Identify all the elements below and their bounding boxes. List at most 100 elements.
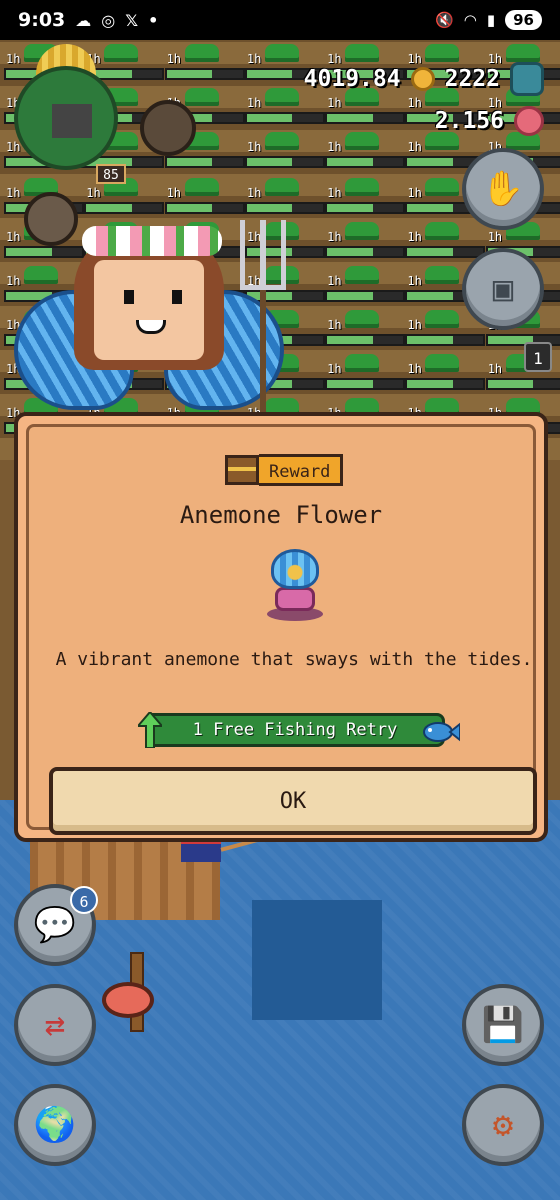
crop-plot[interactable]: 1h [325, 222, 406, 260]
treasure-chest-icon [225, 455, 259, 485]
sprout-icon [425, 222, 460, 240]
sprout-icon [345, 222, 380, 240]
crop-plot[interactable]: 1h [164, 178, 245, 216]
crop-plot[interactable]: 1h [244, 178, 325, 216]
reward-tag-label: Reward [259, 454, 344, 486]
status-bar: 9:03 ☁ ◎ 𝕏 • 🔇 ◠ ▮ 96 [0, 0, 560, 40]
sprout-icon [345, 178, 380, 196]
growth-bar-fill [407, 248, 453, 256]
game-view[interactable]: 1h 1h 1h 1h 1h 1h 1h 1h 1h 1h 1h 1h 1h 1h 1h 1h 1h 1h 1h 1h… [0, 40, 560, 1200]
sprout-icon [184, 178, 219, 196]
crop-plot[interactable]: 1h [244, 132, 325, 170]
world-button[interactable]: 🌍 [14, 1084, 96, 1166]
settings-button[interactable]: ⚙ [462, 1084, 544, 1166]
toolbox-icon: ▣ [492, 269, 514, 309]
gem-count: 2222 [444, 66, 500, 92]
crop-plot[interactable]: 1h [405, 354, 486, 392]
sprout-icon [264, 44, 299, 62]
sprout-icon [425, 310, 460, 328]
plot-timer: 1h [407, 96, 422, 110]
plot-timer: 1h [407, 318, 422, 332]
growth-bar-fill [246, 158, 293, 166]
growth-bar-fill [246, 70, 293, 78]
plot-timer: 1h [246, 96, 262, 110]
plot-timer: 1h [6, 186, 21, 200]
plot-timer: 1h [327, 96, 342, 110]
flower-crown [82, 226, 222, 256]
growth-bar-fill [407, 204, 453, 212]
growth-bar-fill [327, 248, 373, 256]
sprout-icon [345, 44, 380, 62]
crop-plot[interactable]: 1h [405, 132, 486, 170]
crop-plot[interactable]: 1h [405, 222, 486, 260]
growth-bar-fill [407, 336, 453, 344]
glove-button[interactable]: ✋ [462, 148, 544, 230]
float-ring [102, 982, 154, 1018]
glove-icon: ✋ [481, 169, 525, 209]
deep-water[interactable] [252, 900, 382, 1020]
plot-timer: 1h [166, 52, 182, 66]
sprout-icon [345, 354, 380, 372]
growth-bar [405, 378, 486, 390]
growth-bar-fill [327, 292, 373, 300]
growth-bar-fill [327, 114, 373, 122]
crop-plot[interactable]: 1h [325, 310, 406, 348]
flower-count: 2.156 [434, 108, 504, 134]
growth-bar-fill [487, 380, 534, 388]
growth-bar-fill [166, 70, 213, 78]
plot-timer: 1h [407, 140, 422, 154]
growth-bar [244, 156, 325, 168]
character-eye [124, 290, 134, 304]
crop-plot[interactable]: 1h [325, 354, 406, 392]
reward-description: A vibrant anemone that sways with the ti… [55, 649, 533, 670]
growth-bar-fill [407, 292, 453, 300]
crop-plot[interactable]: 1h [325, 178, 406, 216]
trade-button[interactable]: ⇄ [14, 984, 96, 1066]
plot-timer: 1h [86, 186, 101, 200]
battery-icon: 96 [505, 10, 542, 30]
flower-stem [275, 587, 315, 611]
reward-tag: Reward [225, 453, 344, 487]
growth-bar [325, 246, 406, 258]
plot-timer: 1h [327, 274, 342, 288]
reward-title: Anemone Flower [179, 501, 383, 529]
plot-timer: 1h [327, 318, 342, 332]
crop-plot[interactable]: 1h [405, 310, 486, 348]
globe-icon: 🌍 [33, 1105, 77, 1145]
sprout-icon [425, 44, 460, 62]
plot-timer: 1h [327, 362, 342, 376]
bonus-badge: 1 Free Fishing Retry [138, 712, 460, 748]
save-button[interactable]: 💾 [462, 984, 544, 1066]
resource-row-top: 4019.84 2222 [304, 62, 544, 96]
growth-bar [164, 156, 245, 168]
crop-plot[interactable]: 1h [325, 266, 406, 304]
crop-plot[interactable]: 1h [325, 132, 406, 170]
sprout-icon [264, 178, 299, 196]
sprout-icon [264, 88, 299, 106]
ok-button[interactable]: OK [49, 767, 537, 835]
flower-petals [271, 549, 319, 589]
clock: 9:03 [18, 9, 66, 31]
growth-bar [164, 68, 245, 80]
growth-bar [244, 112, 325, 124]
plot-timer: 1h [246, 52, 262, 66]
sprout-icon [345, 132, 380, 150]
floppy-disk-icon: 💾 [481, 1005, 525, 1045]
sprout-icon [425, 354, 460, 372]
sprout-icon [345, 310, 380, 328]
x-icon: 𝕏 [125, 10, 139, 30]
growth-bar [244, 202, 325, 214]
plot-timer: 1h [246, 140, 262, 154]
toolbox-button[interactable]: ▣ [462, 248, 544, 330]
crop-plot[interactable]: 1h [164, 44, 245, 82]
stopwatch-icon[interactable] [140, 100, 196, 156]
wifi-icon: ◠ [463, 11, 477, 29]
avatar-face [52, 104, 92, 138]
growth-bar-fill [166, 204, 213, 212]
plot-timer: 1h [327, 186, 342, 200]
growth-bar [164, 202, 245, 214]
player-avatar[interactable]: 85 [14, 44, 126, 184]
tool-icon[interactable] [510, 62, 544, 96]
growth-bar [405, 246, 486, 258]
resource-row-bottom: 2.156 [435, 106, 544, 136]
